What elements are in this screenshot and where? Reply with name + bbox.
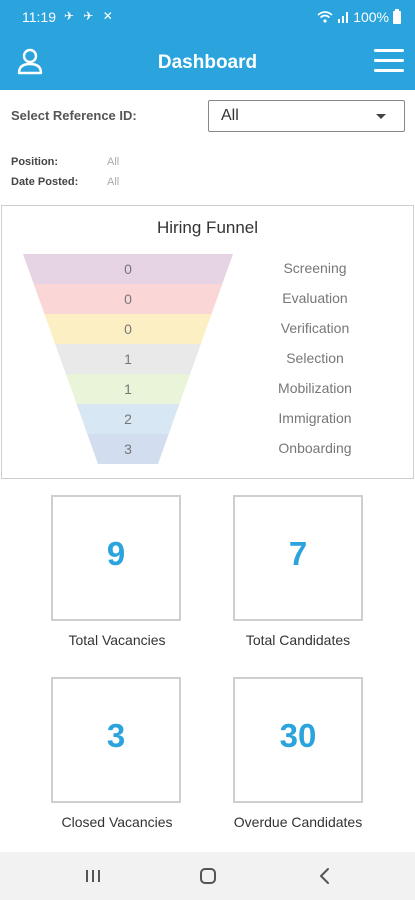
- total-candidates-value: 7: [288, 535, 308, 572]
- funnel-label-selection: Selection: [286, 350, 344, 366]
- status-right: 100%: [317, 8, 401, 25]
- funnel-value-evaluation: 0: [124, 291, 132, 307]
- total-vacancies-label: Total Vacancies: [68, 632, 166, 648]
- funnel-value-onboarding: 3: [124, 441, 132, 457]
- page-title: Dashboard: [157, 52, 258, 73]
- notification-icons: ✈ ✈ ✕: [64, 9, 116, 23]
- funnel-label-onboarding: Onboarding: [278, 440, 351, 456]
- reference-id-select[interactable]: All: [208, 100, 405, 132]
- date-posted-label: Date Posted:: [11, 176, 79, 188]
- hiring-funnel-card: Hiring Funnel 0 Screening 0 Evaluation 0 Veri…: [1, 205, 414, 479]
- status-time: 11:19: [22, 9, 56, 25]
- system-nav-bar: [0, 852, 415, 900]
- funnel-value-screening: 0: [124, 261, 132, 277]
- overdue-candidates-tile[interactable]: 30: [233, 677, 363, 803]
- wifi-icon: [317, 11, 333, 23]
- funnel-label-mobilization: Mobilization: [278, 380, 352, 396]
- funnel-chart: 0 Screening 0 Evaluation 0 Verification 1 Selec…: [23, 254, 352, 464]
- closed-vacancies-label: Closed Vacancies: [61, 814, 173, 830]
- funnel-value-mobilization: 1: [124, 381, 132, 397]
- position-value: All: [107, 156, 120, 168]
- chevron-down-icon: [376, 114, 386, 119]
- overdue-candidates-label: Overdue Candidates: [233, 814, 363, 830]
- battery-percent: 100%: [353, 9, 389, 25]
- app-bar: Dashboard: [0, 36, 415, 90]
- closed-vacancies-value: 3: [106, 717, 126, 754]
- hamburger-menu-icon[interactable]: [373, 48, 405, 74]
- total-candidates-label: Total Candidates: [245, 632, 351, 648]
- funnel-label-verification: Verification: [281, 320, 349, 336]
- position-label: Position:: [11, 156, 59, 168]
- funnel-label-evaluation: Evaluation: [282, 290, 347, 306]
- funnel-label-immigration: Immigration: [278, 410, 351, 426]
- date-posted-value: All: [107, 176, 120, 188]
- battery-icon: [393, 8, 401, 24]
- funnel-value-verification: 0: [124, 321, 132, 337]
- total-vacancies-value: 9: [106, 535, 126, 572]
- reference-id-value: All: [221, 107, 239, 124]
- signal-icon: [338, 12, 349, 23]
- reference-id-label: Select Reference ID:: [11, 108, 137, 123]
- funnel-value-immigration: 2: [124, 411, 132, 427]
- overdue-candidates-value: 30: [279, 717, 317, 754]
- total-vacancies-tile[interactable]: 9: [51, 495, 181, 621]
- status-bar: 11:19 ✈ ✈ ✕ 100%: [0, 0, 415, 36]
- home-icon[interactable]: [194, 864, 222, 888]
- closed-vacancies-tile[interactable]: 3: [51, 677, 181, 803]
- total-candidates-tile[interactable]: 7: [233, 495, 363, 621]
- funnel-value-selection: 1: [124, 351, 132, 367]
- back-icon[interactable]: [311, 864, 339, 888]
- recent-apps-icon[interactable]: [79, 864, 107, 888]
- funnel-label-screening: Screening: [283, 260, 346, 276]
